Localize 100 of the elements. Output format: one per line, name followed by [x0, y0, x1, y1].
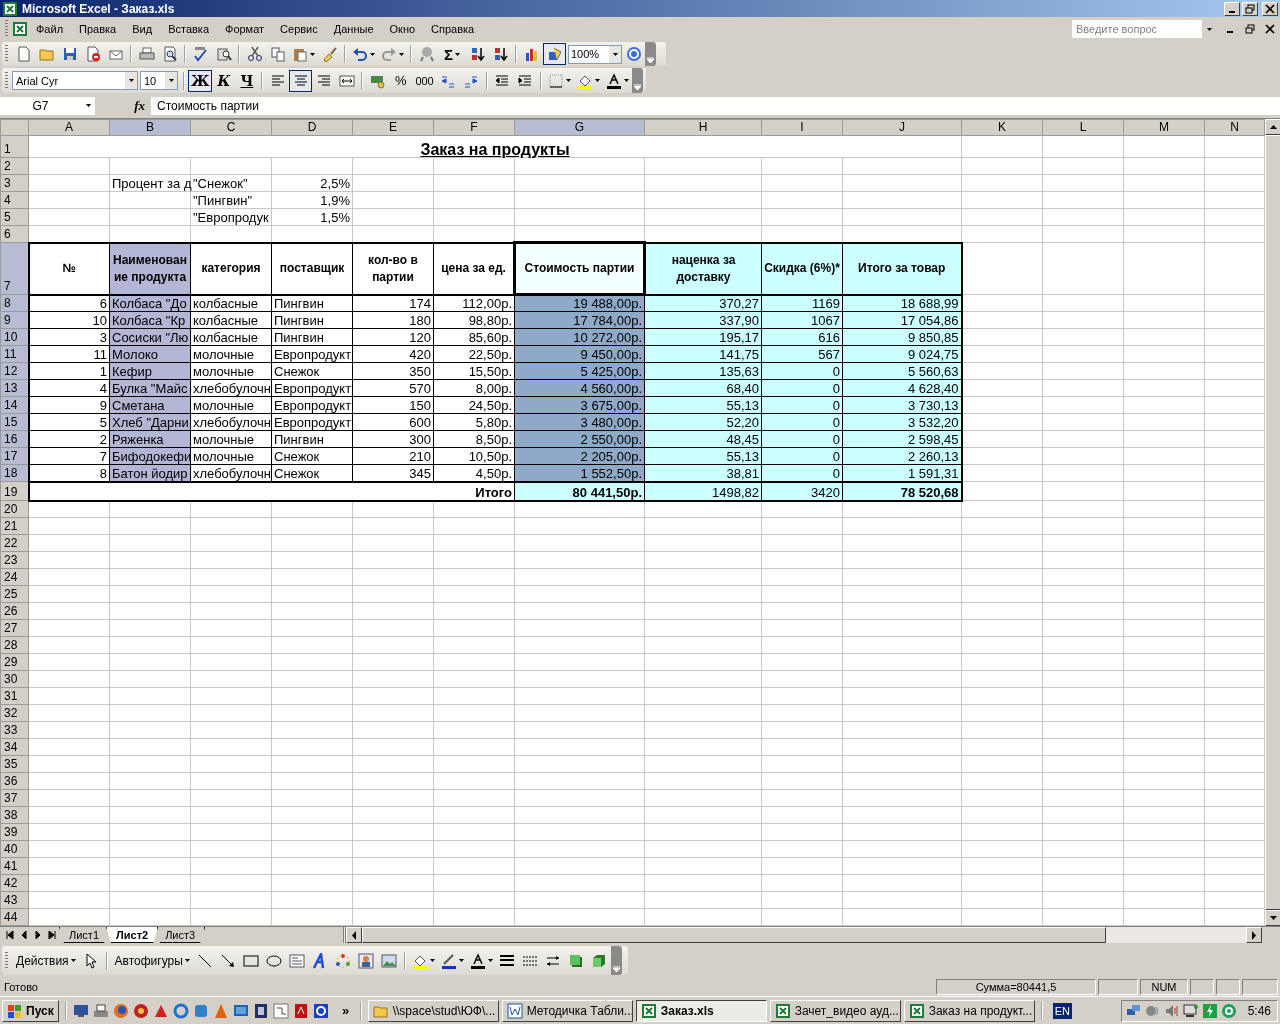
- column-header[interactable]: E: [352, 119, 434, 136]
- menu-item[interactable]: Сервис: [272, 20, 326, 39]
- minimize-button[interactable]: [1224, 1, 1240, 16]
- globe-icon[interactable]: [112, 1002, 129, 1019]
- monitor-icon[interactable]: [1182, 1002, 1199, 1019]
- start-button[interactable]: Пуск: [2, 999, 59, 1022]
- scroll-left-icon[interactable]: [346, 927, 363, 944]
- monitor-icon[interactable]: [232, 1002, 249, 1019]
- align-center-icon[interactable]: [289, 69, 313, 92]
- italic-button[interactable]: К: [212, 69, 236, 92]
- scrollbar-thumb[interactable]: [1265, 135, 1280, 911]
- drawing-icon[interactable]: [543, 43, 566, 66]
- redo-icon: [381, 46, 397, 63]
- dropdown-icon[interactable]: [609, 45, 621, 63]
- task-button[interactable]: Заказ на продукт...: [903, 999, 1035, 1022]
- percent-button[interactable]: %: [389, 69, 413, 92]
- actions-menu[interactable]: Действия: [12, 949, 80, 972]
- caret-icon: [1206, 27, 1212, 31]
- question-field[interactable]: Введите вопрос: [1072, 20, 1202, 39]
- refresh-icon[interactable]: [312, 1002, 329, 1019]
- column-header[interactable]: L: [1042, 119, 1124, 136]
- toolbar-options-icon[interactable]: [612, 966, 620, 972]
- task-button[interactable]: Зачет_видео ауд...: [769, 999, 901, 1022]
- task-button[interactable]: \\space\stud\ЮФ\...: [367, 999, 499, 1022]
- scroll-down-icon[interactable]: [1265, 910, 1280, 927]
- table-cell: хлебобулочн: [190, 464, 272, 482]
- menu-item[interactable]: Вид: [124, 20, 161, 39]
- table-cell: 1498,82: [644, 481, 762, 501]
- autosum-button[interactable]: Σ: [438, 43, 466, 66]
- column-header[interactable]: A: [28, 119, 110, 136]
- caret-icon: [310, 52, 315, 56]
- close-button[interactable]: [1262, 1, 1278, 16]
- column-header[interactable]: H: [644, 119, 762, 136]
- app-icon[interactable]: [192, 1002, 209, 1019]
- scroll-right-icon[interactable]: [1246, 927, 1262, 944]
- column-header[interactable]: J: [842, 119, 962, 136]
- bold-button[interactable]: Ж: [188, 69, 213, 92]
- thousands-button[interactable]: 000: [412, 69, 437, 92]
- menu-item[interactable]: Данные: [325, 20, 382, 39]
- table-cell: 420: [352, 345, 434, 363]
- menu-item[interactable]: Формат: [217, 20, 273, 39]
- ring-icon[interactable]: [1220, 1002, 1237, 1019]
- menu-item[interactable]: Вставка: [160, 20, 217, 39]
- menu-item[interactable]: Окно: [381, 20, 424, 39]
- document-icon: [12, 21, 28, 38]
- more-button[interactable]: »: [337, 1002, 354, 1020]
- column-header[interactable]: C: [190, 119, 272, 136]
- caret-icon: [70, 959, 76, 963]
- column-header[interactable]: F: [433, 119, 515, 136]
- caret-icon: [429, 959, 435, 963]
- column-header[interactable]: N: [1204, 119, 1265, 136]
- film-icon[interactable]: [252, 1002, 269, 1019]
- sheet-tab[interactable]: Лист2: [106, 927, 159, 944]
- column-header[interactable]: D: [271, 119, 353, 136]
- table-cell: 8,50р.: [433, 430, 515, 448]
- table-cell: 85,60р.: [433, 328, 515, 346]
- first-sheet-icon[interactable]: [3, 928, 16, 943]
- toolbar-options-icon[interactable]: [633, 83, 641, 90]
- function-label[interactable]: fx: [95, 98, 151, 114]
- column-header[interactable]: B: [109, 119, 191, 136]
- table-cell: 174: [352, 294, 434, 312]
- menu-item[interactable]: Правка: [71, 20, 125, 39]
- column-heading: наценка за доставку: [644, 242, 762, 295]
- scrollbar-thumb[interactable]: [362, 927, 1107, 944]
- table-cell: 210: [352, 447, 434, 465]
- table-cell: 150: [352, 396, 434, 414]
- task-button[interactable]: Заказ.xls: [635, 999, 767, 1022]
- column-header[interactable]: K: [961, 119, 1043, 136]
- table-cell: Снежок: [271, 447, 353, 465]
- browser-icon[interactable]: [172, 1002, 189, 1019]
- scroll-up-icon[interactable]: [1265, 119, 1280, 136]
- row-header[interactable]: 1: [0, 135, 29, 158]
- restore-button[interactable]: [1242, 1, 1258, 16]
- column-header[interactable]: I: [761, 119, 843, 136]
- column-heading: кол-во в партии: [352, 242, 434, 295]
- restore-button[interactable]: [1242, 22, 1258, 37]
- menu-item[interactable]: Файл: [28, 20, 72, 39]
- document-icon[interactable]: [292, 1002, 309, 1019]
- disc-icon[interactable]: [132, 1002, 149, 1019]
- language-indicator[interactable]: EN: [1052, 1002, 1072, 1019]
- column-header[interactable]: M: [1123, 119, 1205, 136]
- row-header[interactable]: 7: [0, 242, 29, 295]
- dropdown-icon[interactable]: [165, 72, 177, 89]
- table-cell: "Европродук: [190, 208, 272, 226]
- autoshapes-menu[interactable]: Автофигуры: [110, 949, 194, 972]
- scanner-icon[interactable]: [92, 1002, 109, 1019]
- formula-field[interactable]: Стоимость партии: [151, 97, 1280, 115]
- dropdown-icon[interactable]: [125, 72, 137, 89]
- column-header[interactable]: G: [514, 119, 645, 136]
- table-cell: 3420: [761, 481, 843, 501]
- underline-button[interactable]: Ч: [235, 69, 259, 92]
- caret-icon: [565, 79, 571, 82]
- last-sheet-icon[interactable]: [45, 928, 58, 943]
- desktop-icon[interactable]: [72, 1002, 89, 1019]
- close-icon: [1265, 3, 1275, 14]
- status-panel: [1098, 979, 1138, 996]
- spreadsheet-icon: [2, 0, 18, 17]
- toolbar-options-icon[interactable]: [647, 57, 654, 64]
- menu-item[interactable]: Справка: [423, 20, 483, 39]
- table-cell: 24,50р.: [433, 396, 515, 414]
